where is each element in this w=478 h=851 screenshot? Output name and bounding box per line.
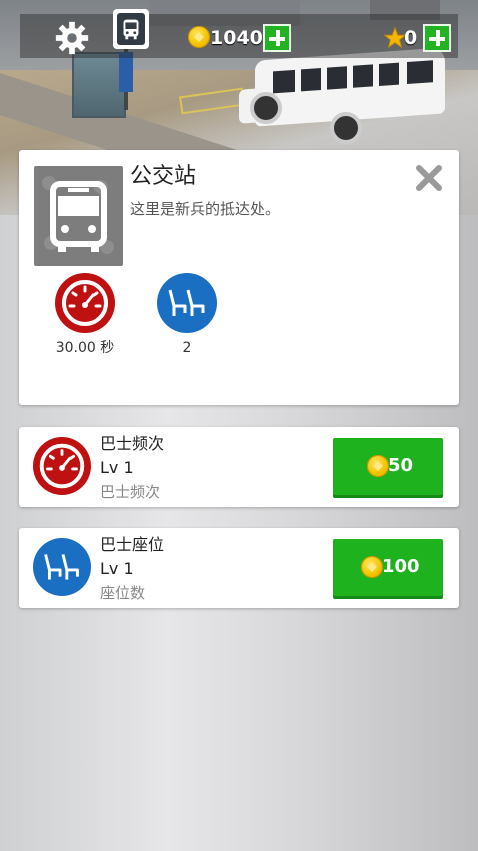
coin-icon [361, 556, 383, 578]
bus-stop-sign [119, 52, 133, 92]
bus-seats-value: 2 [182, 340, 192, 356]
coin-balance: 1040 [210, 27, 263, 49]
star-icon [384, 27, 406, 49]
bus-icon [50, 181, 107, 252]
building-title: 公交站 [130, 164, 197, 189]
upgrade-subtitle: 巴士频次 [100, 483, 161, 501]
add-stars-button[interactable] [423, 24, 451, 52]
coin-icon [367, 455, 389, 477]
bus-seats-stat [157, 273, 217, 333]
add-coins-button[interactable] [263, 24, 291, 52]
upgrade-level: Lv 1 [100, 458, 134, 477]
upgrade-subtitle: 座位数 [100, 584, 146, 602]
seat-icon [168, 289, 205, 316]
building-info-panel: 公交站 这里是新兵的抵达处。 30.00 秒 2 [19, 150, 459, 405]
bus-frequency-stat [55, 273, 115, 333]
speedometer-icon [62, 280, 108, 326]
upgrade-name: 巴士座位 [100, 535, 165, 554]
upgrade-price: 100 [382, 556, 420, 577]
bus-stop-icon [123, 19, 139, 40]
coin-icon [188, 26, 210, 48]
upgrade-row-bus-frequency: 巴士频次 Lv 1 巴士频次 50 [19, 427, 459, 507]
building-description: 这里是新兵的抵达处。 [130, 200, 281, 218]
gear-icon[interactable] [53, 19, 91, 57]
upgrade-row-bus-seats: 巴士座位 Lv 1 座位数 100 [19, 528, 459, 608]
speedometer-icon [39, 443, 85, 489]
star-balance: 0 [404, 27, 418, 49]
upgrade-price: 50 [388, 455, 414, 476]
upgrade-level: Lv 1 [100, 559, 134, 578]
seat-icon [44, 554, 79, 580]
building-thumbnail [34, 166, 123, 266]
close-icon[interactable] [415, 164, 443, 192]
bus-frequency-value: 30.00 秒 [55, 340, 115, 356]
upgrade-name: 巴士频次 [100, 434, 165, 453]
buy-upgrade-button[interactable]: 50 [333, 438, 443, 495]
upgrade-icon [33, 538, 91, 596]
buy-upgrade-button[interactable]: 100 [333, 539, 443, 596]
bus-stop-button[interactable] [113, 9, 149, 49]
bus-shelter [72, 52, 126, 118]
bus-wheel [250, 92, 282, 124]
upgrade-icon [33, 437, 91, 495]
bus-wheel [330, 112, 362, 144]
